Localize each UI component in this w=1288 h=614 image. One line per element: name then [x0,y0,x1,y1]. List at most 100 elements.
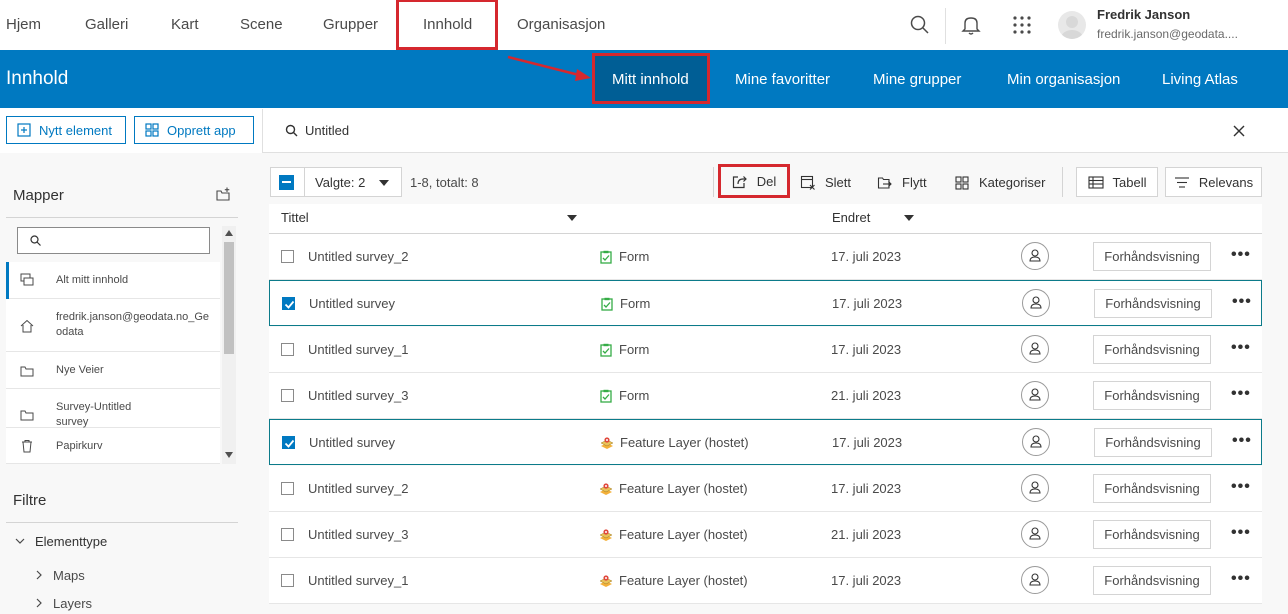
folder-survey-untitled[interactable]: Survey-Untitled survey [6,389,220,428]
table-row[interactable]: Untitled survey_3 Feature Layer (hostet)… [269,512,1262,558]
create-app-button[interactable]: Opprett app [134,116,254,144]
preview-button[interactable]: Forhåndsvisning [1093,381,1211,410]
item-title[interactable]: Untitled survey [309,435,395,450]
nav-hjem[interactable]: Hjem [6,16,41,33]
table-row[interactable]: Untitled survey_1 Form 17. juli 2023 For… [269,327,1262,373]
categorize-button[interactable]: Kategoriser [955,168,1045,197]
chevron-right-icon[interactable] [35,598,43,608]
preview-button[interactable]: Forhåndsvisning [1093,335,1211,364]
more-options-icon[interactable]: ••• [1231,246,1251,264]
nav-organisasjon[interactable]: Organisasjon [517,16,605,33]
user-name[interactable]: Fredrik Janson [1097,7,1190,22]
search-input[interactable]: Untitled [305,123,349,138]
caret-down-icon[interactable] [904,215,914,221]
item-title[interactable]: Untitled survey_1 [308,573,408,588]
sort-button[interactable]: Relevans [1165,167,1262,197]
row-checkbox[interactable] [282,297,295,310]
share-button[interactable]: Del [718,164,790,198]
form-icon [600,343,612,357]
view-table-button[interactable]: Tabell [1076,167,1158,197]
chevron-right-icon[interactable] [35,570,43,580]
caret-down-icon[interactable] [567,215,577,221]
tab-mitt-innhold[interactable]: Mitt innhold [612,71,689,88]
item-title[interactable]: Untitled survey_2 [308,481,408,496]
preview-button[interactable]: Forhåndsvisning [1093,474,1211,503]
folder-home[interactable]: fredrik.janson@geodata.no_Geodata [6,299,220,352]
scrollbar-thumb[interactable] [224,242,234,354]
nav-kart[interactable]: Kart [171,16,199,33]
preview-button[interactable]: Forhåndsvisning [1093,242,1211,271]
sharing-status-button[interactable] [1022,289,1050,317]
sharing-status-button[interactable] [1021,566,1049,594]
preview-button[interactable]: Forhåndsvisning [1093,520,1211,549]
bell-icon[interactable] [959,13,983,37]
more-options-icon[interactable]: ••• [1231,385,1251,403]
sharing-status-button[interactable] [1021,381,1049,409]
preview-button[interactable]: Forhåndsvisning [1093,566,1211,595]
nav-grupper[interactable]: Grupper [323,16,378,33]
scroll-down-icon[interactable] [225,452,233,458]
preview-button[interactable]: Forhåndsvisning [1094,289,1212,318]
nav-scene[interactable]: Scene [240,16,283,33]
row-checkbox[interactable] [281,343,294,356]
folder-nye-veier[interactable]: Nye Veier [6,352,220,389]
more-options-icon[interactable]: ••• [1232,432,1252,450]
folder-papirkurv[interactable]: Papirkurv [6,428,220,464]
search-icon[interactable] [908,13,932,37]
content-search-bar[interactable]: Untitled [262,109,1288,153]
filter-group-elementtype[interactable]: Elementtype [35,534,107,549]
tab-min-organisasjon[interactable]: Min organisasjon [1007,71,1120,88]
scroll-up-icon[interactable] [225,230,233,236]
item-title[interactable]: Untitled survey_1 [308,342,408,357]
folder-scrollbar[interactable] [222,226,236,464]
folder-search-input[interactable] [17,227,210,254]
more-options-icon[interactable]: ••• [1231,339,1251,357]
selection-control[interactable]: Valgte: 2 [270,167,402,197]
row-checkbox[interactable] [281,482,294,495]
sharing-status-button[interactable] [1021,520,1049,548]
new-folder-icon[interactable] [216,187,231,202]
item-title[interactable]: Untitled survey_2 [308,249,408,264]
preview-button[interactable]: Forhåndsvisning [1094,428,1212,457]
caret-down-icon[interactable] [379,180,389,186]
table-row[interactable]: Untitled survey_2 Form 17. juli 2023 For… [269,234,1262,280]
close-icon[interactable] [1232,124,1246,138]
tab-mine-grupper[interactable]: Mine grupper [873,71,961,88]
row-checkbox[interactable] [281,389,294,402]
app-launcher-icon[interactable] [1010,13,1034,37]
table-row[interactable]: Untitled survey_1 Feature Layer (hostet)… [269,558,1262,604]
row-checkbox[interactable] [281,528,294,541]
deselect-all-checkbox[interactable] [279,175,294,190]
column-modified[interactable]: Endret [832,210,870,225]
sharing-status-button[interactable] [1021,335,1049,363]
item-title[interactable]: Untitled survey_3 [308,388,408,403]
more-options-icon[interactable]: ••• [1231,570,1251,588]
sharing-status-button[interactable] [1021,474,1049,502]
row-checkbox[interactable] [281,250,294,263]
folder-alt-mitt-innhold[interactable]: Alt mitt innhold [6,262,220,299]
tab-living-atlas[interactable]: Living Atlas [1162,71,1238,88]
sharing-status-button[interactable] [1022,428,1050,456]
chevron-down-icon[interactable] [15,537,25,545]
item-title[interactable]: Untitled survey_3 [308,527,408,542]
tab-mine-favoritter[interactable]: Mine favoritter [735,71,830,88]
filter-item-layers[interactable]: Layers [53,596,92,611]
move-button[interactable]: Flytt [877,168,927,197]
item-title[interactable]: Untitled survey [309,296,395,311]
more-options-icon[interactable]: ••• [1232,293,1252,311]
delete-button[interactable]: Slett [800,168,851,197]
table-row[interactable]: Untitled survey Form 17. juli 2023 Forhå… [269,280,1262,326]
filter-item-maps[interactable]: Maps [53,568,85,583]
more-options-icon[interactable]: ••• [1231,478,1251,496]
more-options-icon[interactable]: ••• [1231,524,1251,542]
row-checkbox[interactable] [281,574,294,587]
user-avatar[interactable] [1058,11,1086,39]
sharing-status-button[interactable] [1021,242,1049,270]
row-checkbox[interactable] [282,436,295,449]
nav-galleri[interactable]: Galleri [85,16,128,33]
new-item-button[interactable]: Nytt element [6,116,126,144]
table-row[interactable]: Untitled survey Feature Layer (hostet) 1… [269,419,1262,465]
column-title[interactable]: Tittel [281,210,309,225]
table-row[interactable]: Untitled survey_3 Form 21. juli 2023 For… [269,373,1262,419]
table-row[interactable]: Untitled survey_2 Feature Layer (hostet)… [269,466,1262,512]
